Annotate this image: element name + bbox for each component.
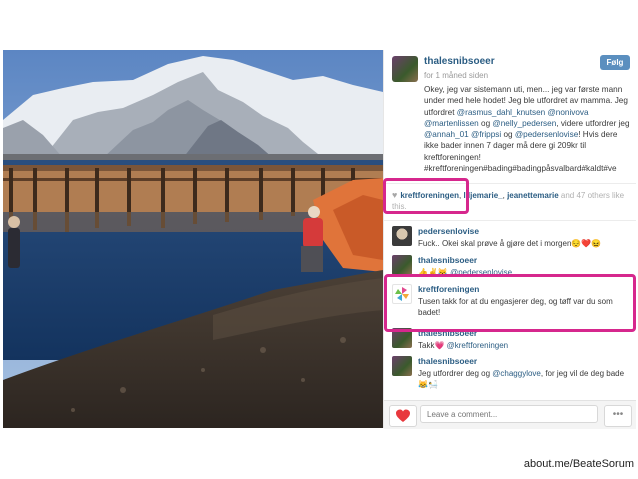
author-avatar[interactable]	[392, 56, 418, 82]
comment-body: Jeg utfordrer deg og	[418, 369, 493, 378]
post-photo[interactable]	[3, 50, 383, 428]
caption-mention-link[interactable]: @nonivova	[547, 108, 588, 117]
caption-mention-link[interactable]: @frippsi	[471, 130, 501, 139]
like-user-link[interactable]: liljemarie_	[463, 191, 502, 200]
comment-input[interactable]	[420, 405, 598, 423]
commenter-username[interactable]: thalesnibsoeer	[418, 356, 477, 366]
svalbard-shore-photo	[3, 50, 383, 428]
post-side-panel: thalesnibsoeer for 1 måned siden Følg Ok…	[383, 50, 636, 429]
caption-mention-link[interactable]: @nelly_pedersen	[492, 119, 556, 128]
post-caption: Okey, jeg var sistemann uti, men... jeg …	[424, 84, 634, 176]
comment-bar: •••	[384, 400, 636, 429]
footer-attribution[interactable]: about.me/BeateSorum	[524, 458, 634, 470]
caption-text: og	[501, 130, 515, 140]
commenter-avatar[interactable]	[392, 226, 412, 246]
divider	[384, 220, 636, 221]
heart-icon	[396, 409, 410, 422]
commenter-username[interactable]: pedersenlovise	[418, 226, 479, 236]
caption-text: og	[478, 118, 493, 128]
post-timestamp[interactable]: for 1 måned siden	[424, 71, 488, 80]
caption-mention-link[interactable]: @pedersenlovise	[515, 130, 578, 139]
caption-mention-link[interactable]: @martenlissen	[424, 119, 479, 128]
follow-button[interactable]: Følg	[600, 55, 630, 70]
comment-highlight-box	[384, 274, 636, 332]
caption-mention-link[interactable]: @rasmus_dahl_knutsen	[457, 108, 545, 117]
comment-text: Jeg utfordrer deg og @chaggylove, for je…	[418, 368, 628, 390]
comment-mention-link[interactable]: @chaggylove	[492, 369, 541, 378]
commenter-avatar[interactable]	[392, 255, 412, 275]
caption-text: , videre utfordrer jeg	[556, 118, 630, 128]
author-username[interactable]: thalesnibsoeer	[424, 56, 495, 67]
comment-mention-link[interactable]: @kreftforeningen	[447, 341, 509, 350]
caption-mention-link[interactable]: @annah_01	[424, 130, 469, 139]
more-options-button[interactable]: •••	[604, 405, 632, 427]
commenter-avatar[interactable]	[392, 356, 412, 376]
instagram-post-card: thalesnibsoeer for 1 måned siden Følg Ok…	[3, 50, 636, 429]
comment-text: Fuck.. Okei skal prøve å gjøre det i mor…	[418, 239, 602, 248]
comment-body: Takk💗	[418, 341, 447, 350]
like-user-link[interactable]: jeanettemarie	[507, 191, 559, 200]
like-button[interactable]	[389, 405, 417, 427]
commenter-username[interactable]: thalesnibsoeer	[418, 255, 477, 265]
likes-highlight-box	[383, 178, 469, 214]
comment-text: Takk💗 @kreftforeningen	[418, 340, 628, 351]
